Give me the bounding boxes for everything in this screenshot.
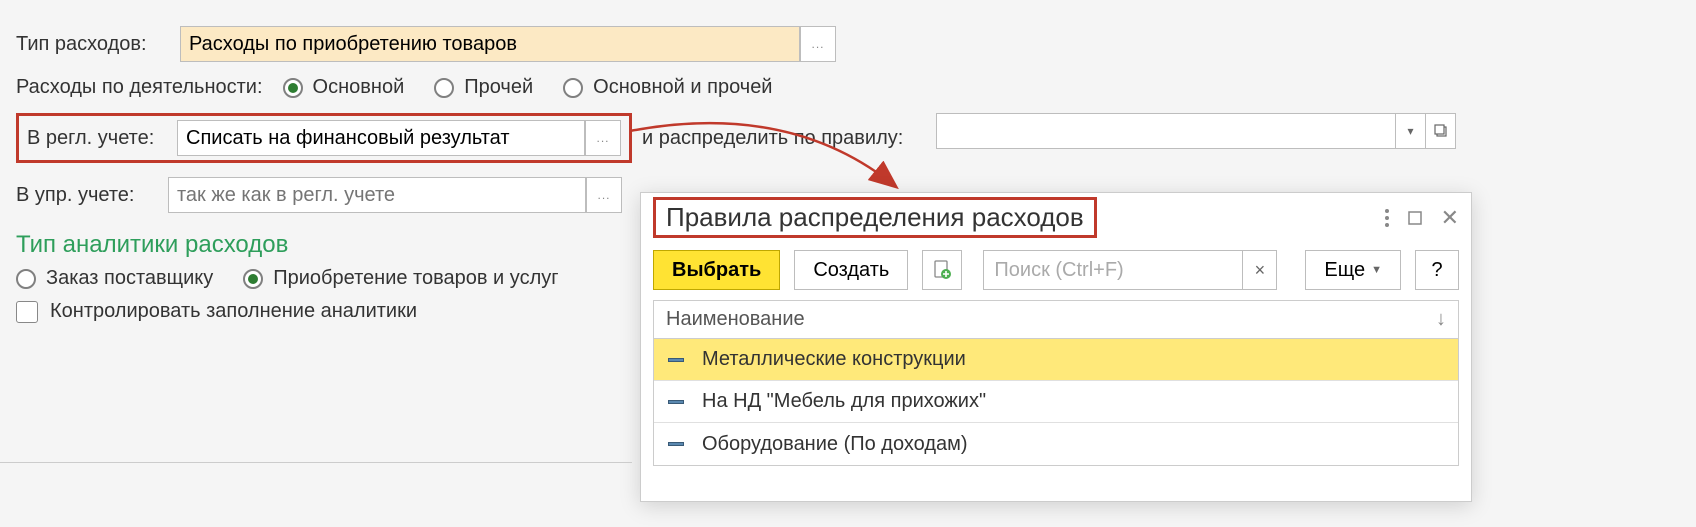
- create-button[interactable]: Создать: [794, 250, 908, 290]
- expense-type-picker-button[interactable]: ...: [800, 26, 836, 62]
- activity-radio-other[interactable]: Прочей: [434, 76, 533, 99]
- rule-open-button[interactable]: [1426, 113, 1456, 149]
- sort-arrow-icon: ↓: [1436, 308, 1446, 331]
- document-plus-icon: [931, 259, 953, 281]
- radio-label: Основной и прочей: [593, 76, 772, 99]
- radio-label: Заказ поставщику: [46, 267, 213, 290]
- mgmt-account-input[interactable]: [168, 177, 586, 213]
- activity-radio-main[interactable]: Основной: [283, 76, 405, 99]
- table-header[interactable]: Наименование ↓: [654, 301, 1458, 339]
- analytics-radio-purchase[interactable]: Приобретение товаров и услуг: [243, 267, 558, 290]
- search-input[interactable]: [983, 250, 1243, 290]
- expense-type-input[interactable]: [180, 26, 800, 62]
- rule-label: и распределить по правилу:: [642, 127, 903, 150]
- expense-type-label: Тип расходов:: [16, 33, 180, 56]
- radio-icon: [283, 78, 303, 98]
- select-button[interactable]: Выбрать: [653, 250, 780, 290]
- open-icon: [1434, 124, 1448, 138]
- search-clear-button[interactable]: ×: [1243, 250, 1277, 290]
- rules-popup: Правила распределения расходов ✕ Выбрать…: [640, 192, 1472, 502]
- help-button[interactable]: ?: [1415, 250, 1459, 290]
- mgmt-account-picker-button[interactable]: ...: [586, 177, 622, 213]
- activity-label: Расходы по деятельности:: [16, 76, 263, 99]
- row-label: Оборудование (По доходам): [702, 433, 968, 456]
- radio-label: Прочей: [464, 76, 533, 99]
- more-button[interactable]: Еще ▼: [1305, 250, 1401, 290]
- rule-dropdown-button[interactable]: ▾: [1396, 113, 1426, 149]
- column-header-name: Наименование: [666, 308, 805, 331]
- row-label: Металлические конструкции: [702, 348, 966, 371]
- maximize-icon[interactable]: [1407, 202, 1423, 233]
- mgmt-account-label: В упр. учете:: [16, 184, 168, 207]
- control-analytics-checkbox[interactable]: [16, 301, 38, 323]
- radio-icon: [434, 78, 454, 98]
- reg-account-label: В регл. учете:: [27, 127, 177, 150]
- radio-label: Приобретение товаров и услуг: [273, 267, 558, 290]
- create-copy-button[interactable]: [922, 250, 962, 290]
- rule-input[interactable]: [936, 113, 1396, 149]
- row-label: На НД "Мебель для прихожих": [702, 390, 986, 413]
- reg-account-picker-button[interactable]: ...: [585, 120, 621, 156]
- more-label: Еще: [1324, 259, 1365, 282]
- radio-label: Основной: [313, 76, 405, 99]
- table-row[interactable]: Металлические конструкции: [654, 339, 1458, 381]
- popup-title-highlight: Правила распределения расходов: [653, 197, 1097, 238]
- radio-icon: [563, 78, 583, 98]
- reg-account-input[interactable]: [177, 120, 585, 156]
- popup-title: Правила распределения расходов: [666, 202, 1084, 232]
- item-icon: [668, 358, 684, 362]
- divider: [0, 462, 632, 463]
- reg-account-highlight: В регл. учете: ...: [16, 113, 632, 163]
- close-icon[interactable]: ✕: [1441, 205, 1459, 231]
- item-icon: [668, 442, 684, 446]
- item-icon: [668, 400, 684, 404]
- activity-radio-both[interactable]: Основной и прочей: [563, 76, 772, 99]
- analytics-radio-order[interactable]: Заказ поставщику: [16, 267, 213, 290]
- chevron-down-icon: ▼: [1371, 264, 1382, 276]
- kebab-icon[interactable]: [1385, 209, 1389, 227]
- control-analytics-label: Контролировать заполнение аналитики: [50, 300, 417, 323]
- table-row[interactable]: На НД "Мебель для прихожих": [654, 381, 1458, 423]
- radio-icon: [16, 269, 36, 289]
- radio-icon: [243, 269, 263, 289]
- table-row[interactable]: Оборудование (По доходам): [654, 423, 1458, 465]
